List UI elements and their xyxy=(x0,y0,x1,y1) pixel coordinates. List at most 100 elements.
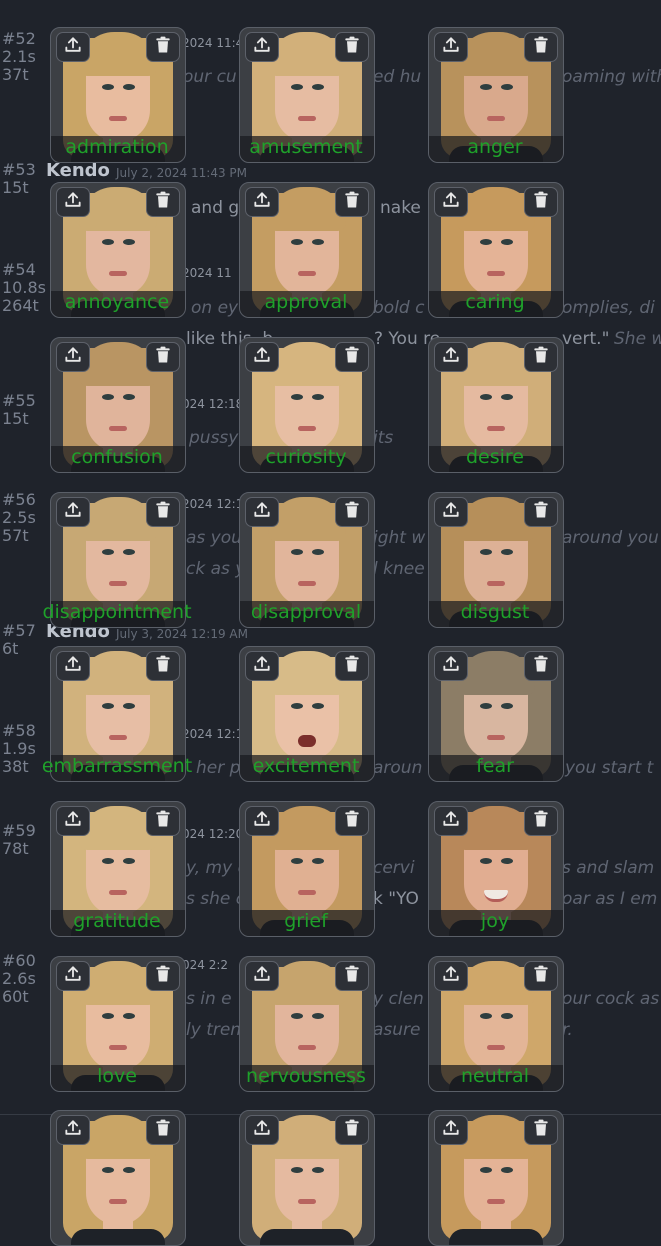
expression-label: desire xyxy=(465,446,524,468)
delete-button[interactable] xyxy=(146,1115,180,1145)
message-fragment: 2024 12:1 xyxy=(182,727,244,741)
delete-button[interactable] xyxy=(524,497,558,527)
trash-icon xyxy=(153,654,173,678)
trash-icon xyxy=(153,964,173,988)
message-fragment: 2024 12:1 xyxy=(182,497,244,511)
upload-button[interactable] xyxy=(434,1115,468,1145)
message-fragment: ight w xyxy=(373,528,426,548)
delete-button[interactable] xyxy=(146,497,180,527)
delete-button[interactable] xyxy=(335,32,369,62)
trash-icon xyxy=(153,809,173,833)
upload-icon xyxy=(63,654,83,678)
upload-button[interactable] xyxy=(56,187,90,217)
delete-button[interactable] xyxy=(146,187,180,217)
message-fragment: s she c xyxy=(186,889,246,909)
trash-icon xyxy=(153,500,173,524)
delete-button[interactable] xyxy=(524,187,558,217)
delete-button[interactable] xyxy=(146,32,180,62)
upload-button[interactable] xyxy=(245,497,279,527)
delete-button[interactable] xyxy=(524,1115,558,1145)
message-fragment: 2024 11:4 xyxy=(182,36,244,50)
delete-button[interactable] xyxy=(524,32,558,62)
message-fragment: ly tren xyxy=(186,1020,242,1040)
upload-button[interactable] xyxy=(245,806,279,836)
delete-button[interactable] xyxy=(335,651,369,681)
upload-icon xyxy=(63,500,83,524)
message-meta: #57 6t xyxy=(2,622,36,658)
upload-button[interactable] xyxy=(434,187,468,217)
message-tokens: 78t xyxy=(2,839,29,858)
upload-button[interactable] xyxy=(434,961,468,991)
upload-icon xyxy=(252,345,272,369)
upload-button[interactable] xyxy=(434,651,468,681)
message-fragment: oaming with xyxy=(562,67,661,87)
expression-card[interactable] xyxy=(239,1110,375,1246)
expression-label: disappointment xyxy=(42,601,192,623)
upload-button[interactable] xyxy=(245,1115,279,1145)
upload-button[interactable] xyxy=(56,1115,90,1145)
upload-button[interactable] xyxy=(434,497,468,527)
message-fragment: oar as I em xyxy=(562,889,658,909)
delete-button[interactable] xyxy=(524,806,558,836)
message-tokens: 57t xyxy=(2,526,29,545)
message-meta: #52 2.1s 37t xyxy=(2,30,36,84)
message-tokens: 37t xyxy=(2,65,29,84)
delete-button[interactable] xyxy=(335,806,369,836)
trash-icon xyxy=(531,345,551,369)
upload-button[interactable] xyxy=(56,32,90,62)
expression-card[interactable] xyxy=(428,1110,564,1246)
upload-icon xyxy=(63,190,83,214)
message-tokens: 60t xyxy=(2,987,29,1006)
trash-icon xyxy=(342,964,362,988)
delete-button[interactable] xyxy=(146,651,180,681)
upload-button[interactable] xyxy=(56,806,90,836)
message-fragment: k "YO xyxy=(373,889,419,909)
message-fragment: l knee xyxy=(373,559,425,579)
upload-button[interactable] xyxy=(245,651,279,681)
upload-button[interactable] xyxy=(245,342,279,372)
delete-button[interactable] xyxy=(335,1115,369,1145)
message-id: #52 xyxy=(2,29,36,48)
upload-button[interactable] xyxy=(56,497,90,527)
trash-icon xyxy=(153,190,173,214)
message-date: July 3, 2024 12:19 AM xyxy=(116,627,248,641)
delete-button[interactable] xyxy=(524,961,558,991)
delete-button[interactable] xyxy=(146,961,180,991)
expression-label: fear xyxy=(476,755,514,777)
message-fragment: and g xyxy=(191,198,240,218)
upload-button[interactable] xyxy=(434,32,468,62)
message-id: #58 xyxy=(2,721,36,740)
delete-button[interactable] xyxy=(335,342,369,372)
upload-button[interactable] xyxy=(245,32,279,62)
trash-icon xyxy=(531,964,551,988)
delete-button[interactable] xyxy=(524,342,558,372)
expression-label: neutral xyxy=(461,1065,529,1087)
delete-button[interactable] xyxy=(335,961,369,991)
upload-button[interactable] xyxy=(434,806,468,836)
message-id: #53 xyxy=(2,160,36,179)
upload-icon xyxy=(441,35,461,59)
message-id: #59 xyxy=(2,821,36,840)
delete-button[interactable] xyxy=(524,651,558,681)
delete-button[interactable] xyxy=(146,806,180,836)
upload-button[interactable] xyxy=(245,187,279,217)
upload-button[interactable] xyxy=(56,342,90,372)
delete-button[interactable] xyxy=(335,187,369,217)
delete-button[interactable] xyxy=(146,342,180,372)
upload-button[interactable] xyxy=(56,961,90,991)
upload-icon xyxy=(63,1118,83,1142)
upload-icon xyxy=(252,190,272,214)
message-fragment: y clen xyxy=(373,989,424,1009)
message-fragment: around you xyxy=(562,528,659,548)
upload-button[interactable] xyxy=(434,342,468,372)
upload-icon xyxy=(252,1118,272,1142)
upload-button[interactable] xyxy=(245,961,279,991)
upload-button[interactable] xyxy=(56,651,90,681)
trash-icon xyxy=(531,35,551,59)
message-date: July 2, 2024 11:43 PM xyxy=(116,166,247,180)
expression-card[interactable] xyxy=(50,1110,186,1246)
expression-label: admiration xyxy=(65,136,169,158)
message-fragment: asure xyxy=(373,1020,421,1040)
delete-button[interactable] xyxy=(335,497,369,527)
upload-icon xyxy=(63,345,83,369)
